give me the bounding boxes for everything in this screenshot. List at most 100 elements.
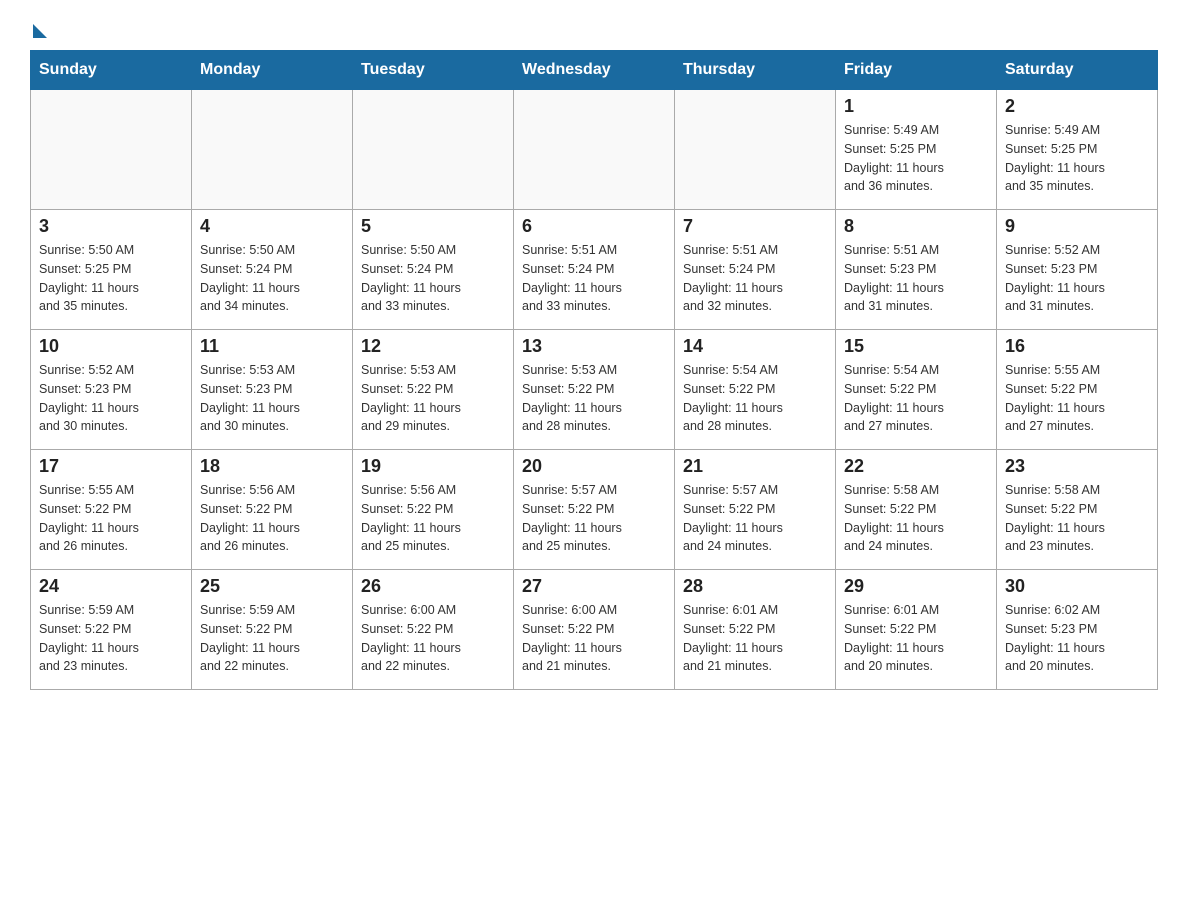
day-info: Sunrise: 5:50 AM Sunset: 5:24 PM Dayligh… [361,241,505,316]
day-info: Sunrise: 5:51 AM Sunset: 5:23 PM Dayligh… [844,241,988,316]
day-info: Sunrise: 5:59 AM Sunset: 5:22 PM Dayligh… [39,601,183,676]
calendar-cell: 13 Sunrise: 5:53 AM Sunset: 5:22 PM Dayli… [514,330,675,450]
weekday-header-monday: Monday [192,51,353,90]
calendar-cell [353,90,514,210]
day-info: Sunrise: 5:50 AM Sunset: 5:24 PM Dayligh… [200,241,344,316]
calendar-cell: 7 Sunrise: 5:51 AM Sunset: 5:24 PM Daylig… [675,210,836,330]
day-number: 9 [1005,216,1149,237]
calendar-cell: 22 Sunrise: 5:58 AM Sunset: 5:22 PM Dayli… [836,450,997,570]
calendar-cell: 29Sunrise: 6:01 AM Sunset: 5:22 PM Dayli… [836,570,997,690]
weekday-header-wednesday: Wednesday [514,51,675,90]
day-info: Sunrise: 5:51 AM Sunset: 5:24 PM Dayligh… [522,241,666,316]
calendar-week-row: 3Sunrise: 5:50 AM Sunset: 5:25 PM Daylig… [31,210,1158,330]
day-info: Sunrise: 5:58 AM Sunset: 5:22 PM Dayligh… [844,481,988,556]
day-info: Sunrise: 5:57 AM Sunset: 5:22 PM Dayligh… [522,481,666,556]
calendar-week-row: 1 Sunrise: 5:49 AM Sunset: 5:25 PM Daylig… [31,90,1158,210]
calendar-cell: 30 Sunrise: 6:02 AM Sunset: 5:23 PM Dayli… [997,570,1158,690]
calendar-cell: 27 Sunrise: 6:00 AM Sunset: 5:22 PM Dayli… [514,570,675,690]
calendar-week-row: 10 Sunrise: 5:52 AM Sunset: 5:23 PM Dayli… [31,330,1158,450]
day-number: 1 [844,96,988,117]
day-number: 10 [39,336,183,357]
calendar-cell: 17 Sunrise: 5:55 AM Sunset: 5:22 PM Dayli… [31,450,192,570]
calendar-cell: 6 Sunrise: 5:51 AM Sunset: 5:24 PM Daylig… [514,210,675,330]
day-number: 16 [1005,336,1149,357]
calendar-week-row: 24Sunrise: 5:59 AM Sunset: 5:22 PM Dayli… [31,570,1158,690]
calendar-table: SundayMondayTuesdayWednesdayThursdayFrid… [30,50,1158,690]
calendar-cell: 18Sunrise: 5:56 AM Sunset: 5:22 PM Dayli… [192,450,353,570]
day-number: 14 [683,336,827,357]
day-number: 3 [39,216,183,237]
calendar-cell: 16Sunrise: 5:55 AM Sunset: 5:22 PM Dayli… [997,330,1158,450]
calendar-cell: 12 Sunrise: 5:53 AM Sunset: 5:22 PM Dayli… [353,330,514,450]
calendar-cell: 11 Sunrise: 5:53 AM Sunset: 5:23 PM Dayli… [192,330,353,450]
day-number: 15 [844,336,988,357]
calendar-cell: 20 Sunrise: 5:57 AM Sunset: 5:22 PM Dayli… [514,450,675,570]
day-number: 13 [522,336,666,357]
weekday-header-sunday: Sunday [31,51,192,90]
weekday-header-row: SundayMondayTuesdayWednesdayThursdayFrid… [31,51,1158,90]
calendar-cell: 5 Sunrise: 5:50 AM Sunset: 5:24 PM Daylig… [353,210,514,330]
day-info: Sunrise: 6:00 AM Sunset: 5:22 PM Dayligh… [522,601,666,676]
page-header [30,20,1158,30]
day-number: 29 [844,576,988,597]
day-info: Sunrise: 5:59 AM Sunset: 5:22 PM Dayligh… [200,601,344,676]
day-number: 23 [1005,456,1149,477]
day-info: Sunrise: 5:54 AM Sunset: 5:22 PM Dayligh… [844,361,988,436]
weekday-header-tuesday: Tuesday [353,51,514,90]
calendar-cell: 4 Sunrise: 5:50 AM Sunset: 5:24 PM Daylig… [192,210,353,330]
day-info: Sunrise: 5:49 AM Sunset: 5:25 PM Dayligh… [844,121,988,196]
calendar-cell [675,90,836,210]
calendar-cell [31,90,192,210]
calendar-cell: 2Sunrise: 5:49 AM Sunset: 5:25 PM Daylig… [997,90,1158,210]
day-number: 7 [683,216,827,237]
calendar-cell: 21 Sunrise: 5:57 AM Sunset: 5:22 PM Dayli… [675,450,836,570]
day-number: 17 [39,456,183,477]
day-number: 21 [683,456,827,477]
calendar-cell: 25Sunrise: 5:59 AM Sunset: 5:22 PM Dayli… [192,570,353,690]
weekday-header-saturday: Saturday [997,51,1158,90]
calendar-cell [192,90,353,210]
day-info: Sunrise: 5:58 AM Sunset: 5:22 PM Dayligh… [1005,481,1149,556]
day-info: Sunrise: 5:52 AM Sunset: 5:23 PM Dayligh… [39,361,183,436]
weekday-header-friday: Friday [836,51,997,90]
day-number: 12 [361,336,505,357]
day-info: Sunrise: 5:55 AM Sunset: 5:22 PM Dayligh… [39,481,183,556]
day-number: 5 [361,216,505,237]
day-info: Sunrise: 5:49 AM Sunset: 5:25 PM Dayligh… [1005,121,1149,196]
calendar-body: 1 Sunrise: 5:49 AM Sunset: 5:25 PM Daylig… [31,90,1158,690]
calendar-cell: 26 Sunrise: 6:00 AM Sunset: 5:22 PM Dayli… [353,570,514,690]
calendar-cell: 28 Sunrise: 6:01 AM Sunset: 5:22 PM Dayli… [675,570,836,690]
day-number: 4 [200,216,344,237]
day-number: 20 [522,456,666,477]
day-number: 22 [844,456,988,477]
day-info: Sunrise: 5:52 AM Sunset: 5:23 PM Dayligh… [1005,241,1149,316]
calendar-cell: 9 Sunrise: 5:52 AM Sunset: 5:23 PM Daylig… [997,210,1158,330]
day-info: Sunrise: 5:57 AM Sunset: 5:22 PM Dayligh… [683,481,827,556]
day-info: Sunrise: 5:51 AM Sunset: 5:24 PM Dayligh… [683,241,827,316]
day-info: Sunrise: 5:54 AM Sunset: 5:22 PM Dayligh… [683,361,827,436]
calendar-cell [514,90,675,210]
day-number: 6 [522,216,666,237]
calendar-cell: 19Sunrise: 5:56 AM Sunset: 5:22 PM Dayli… [353,450,514,570]
day-info: Sunrise: 5:53 AM Sunset: 5:22 PM Dayligh… [361,361,505,436]
weekday-header-thursday: Thursday [675,51,836,90]
day-info: Sunrise: 5:53 AM Sunset: 5:23 PM Dayligh… [200,361,344,436]
logo-triangle-icon [33,24,47,38]
day-info: Sunrise: 6:02 AM Sunset: 5:23 PM Dayligh… [1005,601,1149,676]
day-info: Sunrise: 6:01 AM Sunset: 5:22 PM Dayligh… [683,601,827,676]
day-info: Sunrise: 5:53 AM Sunset: 5:22 PM Dayligh… [522,361,666,436]
day-number: 11 [200,336,344,357]
day-info: Sunrise: 5:56 AM Sunset: 5:22 PM Dayligh… [361,481,505,556]
day-number: 27 [522,576,666,597]
calendar-cell: 3Sunrise: 5:50 AM Sunset: 5:25 PM Daylig… [31,210,192,330]
calendar-cell: 24Sunrise: 5:59 AM Sunset: 5:22 PM Dayli… [31,570,192,690]
day-number: 26 [361,576,505,597]
calendar-header: SundayMondayTuesdayWednesdayThursdayFrid… [31,51,1158,90]
day-info: Sunrise: 6:00 AM Sunset: 5:22 PM Dayligh… [361,601,505,676]
calendar-cell: 14 Sunrise: 5:54 AM Sunset: 5:22 PM Dayli… [675,330,836,450]
calendar-cell: 10 Sunrise: 5:52 AM Sunset: 5:23 PM Dayli… [31,330,192,450]
day-number: 30 [1005,576,1149,597]
day-number: 8 [844,216,988,237]
day-number: 28 [683,576,827,597]
calendar-cell: 15 Sunrise: 5:54 AM Sunset: 5:22 PM Dayli… [836,330,997,450]
